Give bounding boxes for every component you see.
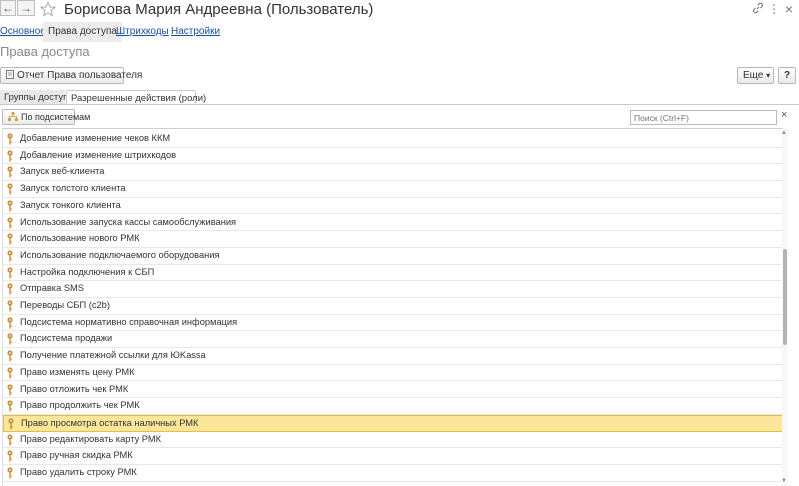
role-row[interactable]: Право продолжить чек РМК xyxy=(3,398,782,415)
role-label: Право ручная скидка РМК xyxy=(20,450,133,461)
role-row[interactable]: Запуск веб-клиента xyxy=(3,164,782,182)
role-label: Использование нового РМК xyxy=(20,233,140,244)
role-label: Право отложить чек РМК xyxy=(20,383,129,394)
role-label: Добавление изменение чеков ККМ xyxy=(20,133,171,143)
key-icon xyxy=(7,333,13,345)
role-row[interactable]: Использование нового РМК xyxy=(3,231,782,248)
key-icon xyxy=(7,317,13,329)
key-icon xyxy=(8,418,14,430)
role-row[interactable]: Право удалить строку РМК xyxy=(3,465,782,482)
key-icon xyxy=(7,283,13,295)
role-label: Подсистема продажи xyxy=(20,333,113,344)
role-row[interactable]: Подсистема нормативно справочная информа… xyxy=(3,315,782,332)
tab-main[interactable]: Основное xyxy=(0,22,46,42)
report-icon xyxy=(6,70,14,79)
role-label: Подсистема нормативно справочная информа… xyxy=(20,316,238,327)
tab-barcodes[interactable]: Штрихкоды xyxy=(116,22,169,42)
favorite-star-icon[interactable] xyxy=(39,1,57,17)
role-label: Право редактировать карту РМК xyxy=(20,433,162,444)
role-row[interactable]: Право просмотра остатка наличных РМК xyxy=(3,414,782,432)
key-icon xyxy=(7,383,13,395)
role-label: Право изменять цену РМК xyxy=(20,366,135,377)
role-row[interactable]: Получение платежной ссылки для ЮKassa xyxy=(3,348,782,365)
back-button[interactable]: ← xyxy=(0,0,16,16)
role-label: Переводы СБП (c2b) xyxy=(20,300,110,310)
hierarchy-icon xyxy=(8,112,18,121)
role-label: Настройка подключения к СБП xyxy=(20,266,155,277)
key-icon xyxy=(7,233,13,245)
role-row[interactable]: Право отложить чек РМК xyxy=(3,382,782,399)
search-input[interactable] xyxy=(630,110,777,125)
scrollbar-thumb[interactable] xyxy=(783,249,787,345)
clear-search-icon[interactable]: × xyxy=(781,109,787,121)
tab-access-rights[interactable]: Права доступа xyxy=(43,22,122,42)
key-icon xyxy=(7,166,13,178)
role-row[interactable]: Отправка SMS xyxy=(3,281,782,298)
tab-divider xyxy=(0,104,799,105)
key-icon xyxy=(7,266,13,279)
role-label: Использование подключаемого оборудования xyxy=(20,249,220,260)
tab-allowed-actions[interactable]: Разрешенные действия (роли) xyxy=(66,90,206,105)
help-button[interactable]: ? xyxy=(778,67,796,84)
key-icon xyxy=(7,467,13,479)
scroll-up-icon[interactable]: ▲ xyxy=(781,130,787,136)
roles-table: Добавление изменение чеков ККМ Добавление… xyxy=(2,128,782,486)
more-button-label: Еще xyxy=(743,70,764,81)
role-row[interactable]: Право изменять цену РМК xyxy=(3,365,782,382)
role-row[interactable]: Добавление изменение чеков ККМ xyxy=(3,131,782,148)
key-icon xyxy=(7,250,13,262)
key-icon xyxy=(7,433,13,446)
role-label: Использование запуска кассы самообслужив… xyxy=(20,216,237,227)
role-label: Отправка SMS xyxy=(20,283,84,294)
key-icon xyxy=(7,200,13,212)
role-label: Добавление изменение штрихкодов xyxy=(20,149,177,160)
role-label: Запуск толстого клиента xyxy=(20,183,126,194)
key-icon xyxy=(7,350,13,362)
by-subsystems-button[interactable]: По подсистемам xyxy=(2,109,90,125)
key-icon xyxy=(7,300,13,312)
tab-settings[interactable]: Настройки xyxy=(171,22,220,42)
role-label: Запуск веб-клиента xyxy=(20,166,105,177)
role-row[interactable]: Использование запуска кассы самообслужив… xyxy=(3,215,782,232)
scroll-down-icon[interactable]: ▼ xyxy=(781,478,787,484)
key-icon xyxy=(7,450,13,462)
section-title: Права доступа xyxy=(0,44,90,59)
role-label: Право продолжить чек РМК xyxy=(20,400,140,411)
access-report-label: Отчет Права пользователя xyxy=(17,70,143,81)
role-row[interactable]: Право ручная скидка РМК xyxy=(3,448,782,465)
link-icon[interactable] xyxy=(751,2,765,16)
key-icon xyxy=(7,216,13,228)
role-label: Получение платежной ссылки для ЮKassa xyxy=(20,350,206,361)
more-button[interactable]: Еще ▾ xyxy=(737,67,774,84)
key-icon xyxy=(7,367,13,379)
role-row[interactable]: Настройка подключения к СБП xyxy=(3,265,782,282)
role-row[interactable]: Подсистема продажи xyxy=(3,331,782,349)
key-icon xyxy=(7,133,13,145)
forward-button[interactable]: → xyxy=(17,0,35,16)
by-subsystems-label: По подсистемам xyxy=(21,112,91,122)
role-label: Право удалить строку РМК xyxy=(20,467,137,477)
key-icon xyxy=(7,150,13,162)
key-icon xyxy=(7,183,13,195)
chevron-down-icon: ▾ xyxy=(766,71,771,80)
tab-access-groups[interactable]: Группы доступа xyxy=(0,90,74,105)
role-row[interactable]: Использование подключаемого оборудования xyxy=(3,248,782,265)
role-label: Запуск тонкого клиента xyxy=(20,199,121,210)
more-vertical-icon[interactable]: ⋮ xyxy=(767,2,781,16)
close-icon[interactable]: × xyxy=(782,2,796,16)
role-row[interactable]: Право редактировать карту РМК xyxy=(3,432,782,449)
role-row[interactable]: Запуск толстого клиента xyxy=(3,181,782,198)
role-label: Право просмотра остатка наличных РМК xyxy=(21,417,199,428)
window-title: Борисова Мария Андреевна (Пользователь) xyxy=(64,1,374,18)
role-row[interactable]: Запуск тонкого клиента xyxy=(3,198,782,215)
role-row[interactable]: Переводы СБП (c2b) xyxy=(3,298,782,315)
key-icon xyxy=(7,400,13,412)
role-row[interactable]: Добавление изменение штрихкодов xyxy=(3,148,782,165)
arrow-left-icon: ← xyxy=(2,1,14,15)
arrow-right-icon: → xyxy=(20,1,32,15)
access-report-button[interactable]: Отчет Права пользователя xyxy=(0,67,142,84)
